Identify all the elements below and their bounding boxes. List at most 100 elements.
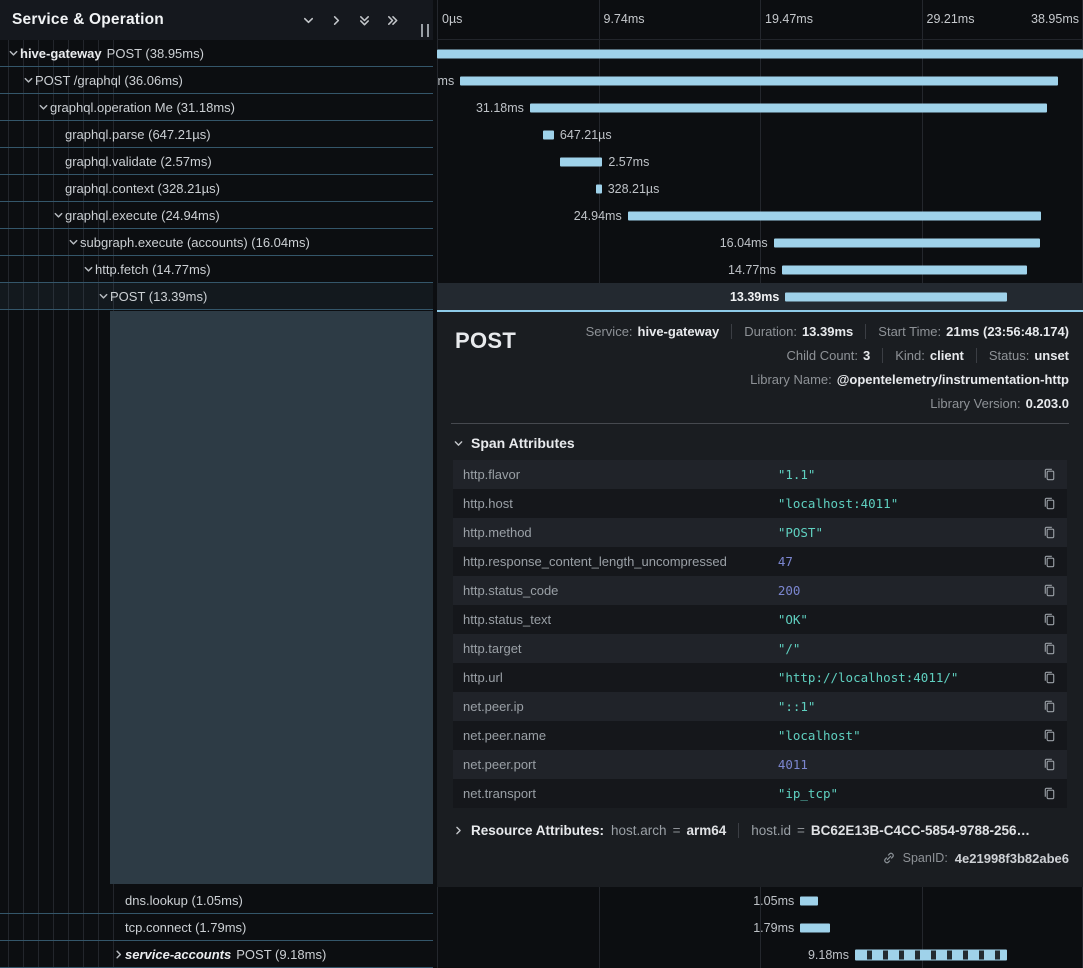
span-tree-item[interactable]: dns.lookup (1.05ms)	[0, 887, 433, 914]
meta-value: 13.39ms	[802, 324, 853, 339]
chevron-down-icon[interactable]	[96, 291, 110, 302]
chevron-down-icon[interactable]	[66, 237, 80, 248]
copy-icon[interactable]	[1037, 525, 1057, 540]
attribute-row: net.peer.ip"::1"	[453, 692, 1067, 721]
span-bar-cell[interactable]: 14.77ms	[437, 256, 1083, 283]
duration-bar[interactable]	[785, 292, 1007, 301]
duration-label: 328.21µs	[608, 182, 660, 196]
chevron-down-icon[interactable]	[81, 264, 95, 275]
span-bar-cell[interactable]: 24.94ms	[437, 202, 1083, 229]
duration-bar[interactable]	[800, 896, 817, 905]
span-bar-cell[interactable]: 328.21µs	[437, 175, 1083, 202]
duration-bar[interactable]	[530, 103, 1047, 112]
span-tree-item[interactable]: graphql.execute (24.94ms)	[0, 202, 433, 229]
resource-attribute-item: host.id=BC62E13B-C4CC-5854-9788-256…	[738, 823, 1030, 838]
chevron-right-icon[interactable]	[330, 14, 343, 27]
span-bar-cell[interactable]: 13.39ms	[437, 283, 1083, 310]
copy-icon[interactable]	[1037, 641, 1057, 656]
copy-icon[interactable]	[1037, 583, 1057, 598]
copy-icon[interactable]	[1037, 670, 1057, 685]
span-tree-item[interactable]: subgraph.execute (accounts) (16.04ms)	[0, 229, 433, 256]
duration-bar[interactable]	[855, 949, 1007, 960]
span-bar-cell[interactable]: 9.18ms	[437, 941, 1083, 968]
resource-attributes-row[interactable]: Resource Attributes: host.arch=arm64host…	[453, 820, 1067, 840]
duration-label: 16.04ms	[720, 236, 768, 250]
span-id-label: SpanID:	[903, 851, 948, 865]
span-tree-item[interactable]: POST (13.39ms)	[0, 283, 433, 310]
span-operation-label: graphql.validate (2.57ms)	[65, 154, 212, 169]
copy-icon[interactable]	[1037, 612, 1057, 627]
double-chevron-right-icon[interactable]	[386, 14, 399, 27]
copy-icon[interactable]	[1037, 728, 1057, 743]
span-tree-item[interactable]: hive-gatewayPOST (38.95ms)	[0, 40, 433, 67]
span-operation-label: POST (38.95ms)	[107, 46, 204, 61]
link-icon[interactable]	[882, 851, 896, 865]
span-bar-cell[interactable]: 31.18ms	[437, 94, 1083, 121]
span-bar-cell[interactable]: 16.04ms	[437, 229, 1083, 256]
span-row: tcp.connect (1.79ms) 1.79ms	[0, 914, 1083, 941]
span-bar-cell[interactable]	[437, 40, 1083, 67]
span-bar-cell[interactable]: 1.05ms	[437, 887, 1083, 914]
chevron-down-icon[interactable]	[6, 48, 20, 59]
span-attributes-header[interactable]: Span Attributes	[453, 434, 1069, 452]
duration-bar[interactable]	[800, 923, 830, 932]
attribute-key: net.peer.name	[463, 728, 778, 743]
duration-bar[interactable]	[782, 265, 1027, 274]
span-tree-item[interactable]: graphql.parse (647.21µs)	[0, 121, 433, 148]
duration-bar[interactable]	[774, 238, 1040, 247]
span-rows-bottom: dns.lookup (1.05ms)1.05mstcp.connect (1.…	[0, 887, 1083, 968]
span-bar-cell[interactable]: 1.79ms	[437, 914, 1083, 941]
panel-resize-handle[interactable]	[421, 24, 429, 37]
copy-icon[interactable]	[1037, 496, 1057, 511]
double-chevron-down-icon[interactable]	[358, 14, 371, 27]
duration-label: 9.18ms	[808, 948, 849, 962]
copy-icon[interactable]	[1037, 786, 1057, 801]
span-tree-item[interactable]: http.fetch (14.77ms)	[0, 256, 433, 283]
span-tree-item[interactable]: graphql.operation Me (31.18ms)	[0, 94, 433, 121]
copy-icon[interactable]	[1037, 467, 1057, 482]
duration-bar[interactable]	[596, 184, 601, 193]
span-tree-item[interactable]: service-accountsPOST (9.18ms)	[0, 941, 433, 968]
span-bar-cell[interactable]: 647.21µs	[437, 121, 1083, 148]
duration-bar[interactable]	[560, 157, 603, 166]
span-detail-panel: POST Service:hive-gatewayDuration:13.39m…	[437, 310, 1083, 887]
chevron-down-icon[interactable]	[21, 75, 35, 86]
duration-bar[interactable]	[460, 76, 1058, 85]
detail-meta-item: Service:hive-gateway	[586, 324, 720, 339]
chevron-down-icon[interactable]	[36, 102, 50, 113]
span-tree-item[interactable]: graphql.context (328.21µs)	[0, 175, 433, 202]
span-operation-label: subgraph.execute (accounts) (16.04ms)	[80, 235, 310, 250]
chevron-down-icon[interactable]	[51, 210, 65, 221]
copy-icon[interactable]	[1037, 554, 1057, 569]
attribute-row: net.peer.name"localhost"	[453, 721, 1067, 750]
resource-attribute-key: host.id	[751, 823, 791, 838]
duration-label: 2.57ms	[608, 155, 649, 169]
duration-bar[interactable]	[543, 130, 554, 139]
duration-bar[interactable]	[437, 49, 1083, 58]
attribute-key: http.target	[463, 641, 778, 656]
span-id-value: 4e21998f3b82abe6	[955, 851, 1069, 866]
span-tree-item[interactable]: tcp.connect (1.79ms)	[0, 914, 433, 941]
span-bar-cell[interactable]: 36.06ms	[437, 67, 1083, 94]
meta-label: Child Count:	[786, 348, 858, 363]
span-row: hive-gatewayPOST (38.95ms)	[0, 40, 1083, 67]
selected-span-region	[110, 311, 433, 884]
meta-label: Start Time:	[878, 324, 941, 339]
span-operation-label: dns.lookup (1.05ms)	[125, 893, 243, 908]
span-operation-label: tcp.connect (1.79ms)	[125, 920, 246, 935]
duration-bar[interactable]	[628, 211, 1042, 220]
resource-attribute-value: arm64	[686, 823, 726, 838]
span-tree-item[interactable]: POST /graphql (36.06ms)	[0, 67, 433, 94]
span-bar-cell[interactable]: 2.57ms	[437, 148, 1083, 175]
span-tree-item[interactable]: graphql.validate (2.57ms)	[0, 148, 433, 175]
span-service-name: service-accounts	[125, 947, 231, 962]
chevron-right-icon[interactable]	[111, 949, 125, 960]
copy-icon[interactable]	[1037, 757, 1057, 772]
meta-label: Service:	[586, 324, 633, 339]
copy-icon[interactable]	[1037, 699, 1057, 714]
span-row: http.fetch (14.77ms)14.77ms	[0, 256, 1083, 283]
chevron-down-icon[interactable]	[302, 14, 315, 27]
detail-meta-row: Library Name:@opentelemetry/instrumentat…	[750, 370, 1069, 389]
duration-label: 13.39ms	[730, 290, 779, 304]
attribute-row: http.response_content_length_uncompresse…	[453, 547, 1067, 576]
